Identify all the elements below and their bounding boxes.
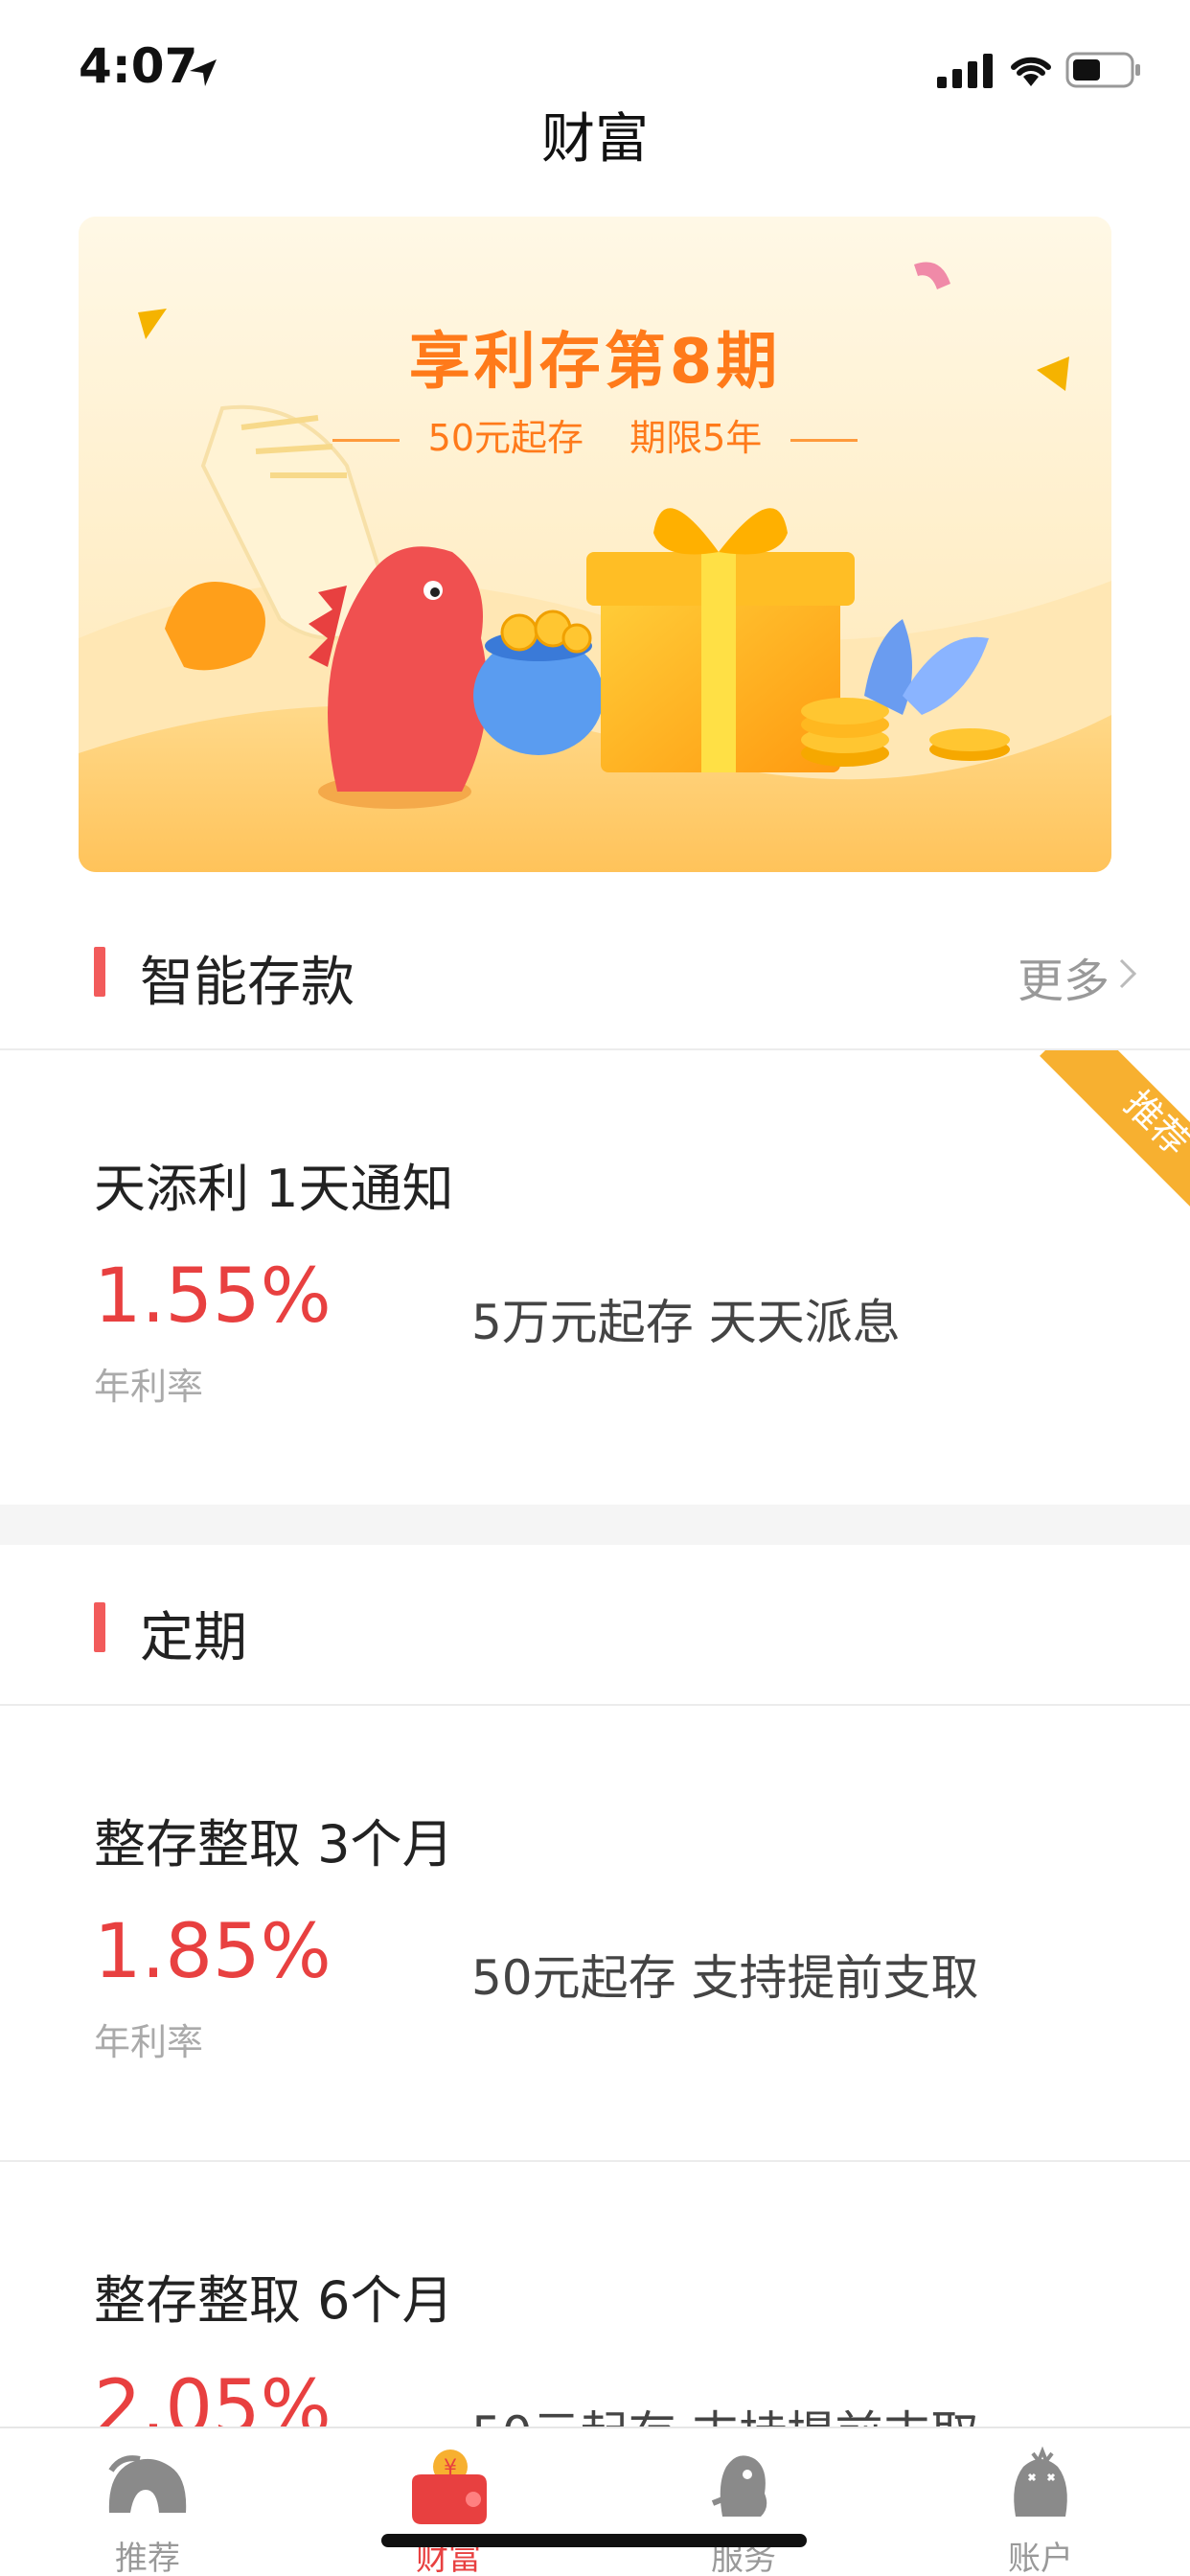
banner-term: 期限5年 [629,417,763,459]
promo-banner[interactable]: 享利存第8期 50元起存 期限5年 [79,217,1111,872]
page-title: 财富 [541,108,649,171]
dino-service-icon [711,2455,767,2517]
product-rate: 1.85% [94,1909,332,1995]
fixed-title: 定期 [140,1607,247,1669]
product-desc: 50元起存 支持提前支取 [471,2396,979,2426]
banner-subtitle: 50元起存 期限5年 [79,408,1111,461]
product-name: 整存整取 3个月 [94,1814,454,1874]
home-indicator [381,2534,807,2547]
product-rate: 2.05% [94,2365,332,2426]
cellular-signal-icon [937,54,993,88]
status-time: 4:07 [79,38,198,94]
recommend-ribbon: 推荐 [1008,1050,1190,1232]
chevron-right-icon[interactable] [1117,956,1140,991]
tab-wealth[interactable]: ¥ 财富 [343,2428,554,2576]
smart-deposit-header: 智能存款 更多 [0,889,1190,1052]
tab-recommend[interactable]: 推荐 [42,2428,253,2576]
product-rate-label: 年利率 [94,2021,204,2063]
location-arrow-icon [190,59,217,86]
more-link[interactable]: 更多 [1018,943,1110,1010]
wealth-wallet-icon: ¥ [412,2450,487,2524]
banner-dash-left [332,439,400,442]
tab-label: 账户 [1008,2540,1073,2576]
section-accent-bar [94,1602,105,1652]
smart-deposit-title: 智能存款 [140,952,355,1014]
product-card-fixed-3m[interactable]: 整存整取 3个月 1.85% 年利率 50元起存 支持提前支取 [0,1706,1190,2160]
banner-min-deposit: 50元起存 [427,417,584,459]
fixed-header: 定期 [0,1545,1190,1708]
product-name: 天添利 1天通知 [94,1159,454,1219]
product-desc: 50元起存 支持提前支取 [471,1950,979,2006]
banner-dash-right [790,439,858,442]
product-desc: 5万元起存 天天派息 [471,1295,901,1350]
tab-account[interactable]: 账户 [935,2428,1146,2576]
tab-service[interactable]: 服务 [638,2428,849,2576]
section-gap [0,1505,1190,1545]
battery-icon [1065,52,1140,88]
dino-recommend-icon [108,2455,187,2513]
tab-bar: 推荐 ¥ 财富 服务 账户 [0,2426,1190,2576]
banner-title: 享利存第8期 [408,327,782,398]
dino-account-icon [1014,2446,1067,2517]
product-name: 整存整取 6个月 [94,2270,454,2331]
section-accent-bar [94,947,105,997]
wealth-screen: 4:07 财富 享利存第8期 50元起存 期限5年 智能存款 更多 天添利 1天… [0,0,1190,2576]
product-rate-label: 年利率 [94,1366,204,1408]
wifi-icon [1011,57,1051,86]
tab-label: 推荐 [115,2540,180,2576]
product-card-fixed-6m[interactable]: 整存整取 6个月 2.05% 50元起存 支持提前支取 [0,2162,1190,2426]
product-rate: 1.55% [94,1254,332,1340]
